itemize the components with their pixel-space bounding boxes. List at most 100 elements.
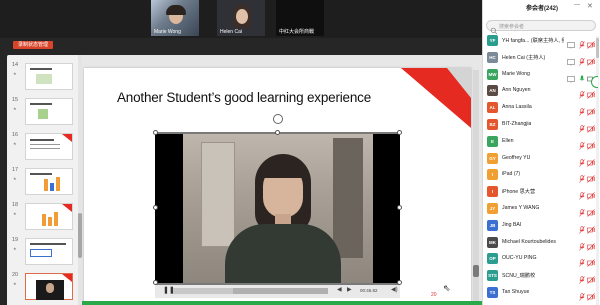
- canvas-scrollbar[interactable]: [473, 70, 479, 305]
- microphone-muted-icon[interactable]: [579, 120, 585, 133]
- resize-handle[interactable]: [275, 130, 280, 135]
- participant-row[interactable]: JB Jing BAI: [482, 219, 600, 234]
- recording-status-badge[interactable]: 录制状态管理: [13, 41, 54, 49]
- resize-handle[interactable]: [397, 280, 402, 285]
- thumbnail-preview[interactable]: [25, 63, 73, 90]
- avatar: JY: [487, 203, 498, 214]
- microphone-muted-icon[interactable]: [579, 288, 585, 301]
- microphone-muted-icon[interactable]: [579, 36, 585, 49]
- participant-row[interactable]: YF YH fangfa... (联席主持人, 我): [482, 34, 600, 49]
- camera-off-icon[interactable]: [587, 271, 595, 284]
- microphone-icon[interactable]: [579, 70, 585, 81]
- camera-off-icon[interactable]: [587, 137, 595, 150]
- camera-off-icon[interactable]: [587, 53, 595, 66]
- participant-row[interactable]: E Ellen: [482, 135, 600, 150]
- volume-icon[interactable]: ◀): [391, 286, 398, 293]
- video-tile[interactable]: 中红大会所商戰: [276, 0, 324, 36]
- participant-row[interactable]: STS SCNU_瑞鹏校: [482, 269, 600, 284]
- microphone-muted-icon[interactable]: [579, 187, 585, 200]
- video-strip: Marie Wong Helen Cai 中红大会所商戰: [0, 0, 482, 38]
- participant-row[interactable]: GY Geoffrey YU: [482, 152, 600, 167]
- speaker-bangs: [261, 160, 305, 178]
- participant-name: YH fangfa... (联席主持人, 我): [502, 38, 564, 44]
- thumbnail-preview[interactable]: [25, 133, 73, 160]
- video-tile[interactable]: Helen Cai: [217, 0, 265, 36]
- resize-handle[interactable]: [397, 130, 402, 135]
- participant-name: BIT-Zhangjia: [502, 121, 532, 127]
- camera-off-icon[interactable]: [587, 238, 595, 251]
- microphone-muted-icon[interactable]: [579, 238, 585, 251]
- camera-off-icon[interactable]: [587, 187, 595, 200]
- video-progress-remaining[interactable]: [233, 288, 328, 294]
- microphone-muted-icon[interactable]: [579, 170, 585, 184]
- slide-thumbnail[interactable]: 15 ★: [7, 95, 82, 126]
- microphone-muted-icon[interactable]: [579, 103, 585, 116]
- status-bar: [82, 301, 482, 305]
- slide-thumbnail[interactable]: 19 ★: [7, 235, 82, 266]
- participant-row[interactable]: JY James Y WANG: [482, 202, 600, 217]
- microphone-muted-icon[interactable]: [579, 154, 585, 167]
- thumbnail-preview[interactable]: [25, 238, 73, 265]
- microphone-muted-icon[interactable]: [579, 137, 585, 150]
- camera-off-icon[interactable]: [587, 254, 595, 268]
- video-tile-name: Helen Cai: [220, 29, 242, 35]
- resize-handle[interactable]: [153, 205, 158, 210]
- participant-row[interactable]: IiPhone 思大营: [482, 185, 600, 200]
- slide-thumbnail[interactable]: 20 ★: [7, 270, 82, 301]
- thumbnail-preview[interactable]: [25, 168, 73, 195]
- microphone-muted-icon[interactable]: [579, 53, 585, 66]
- participant-row[interactable]: HC Helen Cai (主持人): [482, 51, 600, 66]
- participant-scroll-handle[interactable]: [596, 38, 599, 58]
- participant-row[interactable]: MK Michael Kourtoubelides: [482, 236, 600, 251]
- participant-name: Geoffrey YU: [502, 154, 531, 161]
- slide-thumbnail[interactable]: 16 ★: [7, 130, 82, 161]
- microphone-muted-icon[interactable]: [579, 221, 585, 234]
- participant-row[interactable]: MW Marie Wong: [482, 68, 600, 83]
- microphone-muted-icon[interactable]: [579, 86, 585, 100]
- camera-off-icon[interactable]: [587, 36, 595, 49]
- slide-thumbnail[interactable]: 14 ★: [7, 60, 82, 91]
- avatar: YF: [487, 35, 498, 46]
- forward-icon[interactable]: ▶: [347, 286, 352, 293]
- camera-off-icon[interactable]: [587, 154, 595, 167]
- slide-thumbnail[interactable]: 17 ★: [7, 165, 82, 196]
- thumbnail-preview[interactable]: [25, 203, 73, 230]
- video-tile[interactable]: Marie Wong: [151, 0, 199, 36]
- participant-row[interactable]: AL Anna Lassila: [482, 101, 600, 116]
- participant-row[interactable]: TS Tan Shuyue: [482, 286, 600, 301]
- rewind-icon[interactable]: ◀: [337, 286, 342, 293]
- resize-handle[interactable]: [397, 205, 402, 210]
- microphone-muted-icon[interactable]: [579, 254, 585, 268]
- slide-thumbnail[interactable]: 18 ★: [7, 200, 82, 231]
- canvas-scroll-handle[interactable]: [473, 265, 479, 277]
- thumbnail-preview[interactable]: [25, 98, 73, 125]
- video-time: 00:46.82: [360, 288, 378, 293]
- camera-off-icon[interactable]: [587, 120, 595, 133]
- side-tab-handle[interactable]: [591, 76, 598, 88]
- participant-face: [236, 9, 248, 24]
- embedded-video[interactable]: ❚❚ ◀ ▶ 00:46.82 ◀): [155, 132, 400, 298]
- slide-title[interactable]: Another Student’s good learning experien…: [84, 90, 404, 105]
- participant-row[interactable]: IiPad (7): [482, 168, 600, 184]
- rotate-handle-icon[interactable]: [273, 114, 283, 124]
- camera-off-icon[interactable]: [587, 221, 595, 234]
- video-progress-track[interactable]: [173, 288, 233, 294]
- participant-search-input[interactable]: 搜索参会者: [486, 20, 596, 35]
- participant-row[interactable]: OP OUC-YU PING: [482, 252, 600, 268]
- microphone-muted-icon[interactable]: [579, 204, 585, 217]
- camera-off-icon[interactable]: [587, 170, 595, 184]
- resize-handle[interactable]: [153, 280, 158, 285]
- participant-name: Anna Lassila: [502, 104, 532, 111]
- camera-off-icon[interactable]: [587, 288, 595, 301]
- participant-row[interactable]: AN Ann Nguyen: [482, 84, 600, 100]
- avatar: AL: [487, 102, 498, 114]
- minimize-icon[interactable]: —: [574, 2, 580, 8]
- thumbnail-preview[interactable]: [25, 273, 73, 300]
- resize-handle[interactable]: [153, 130, 158, 135]
- thumbnail-star-icon: ★: [13, 281, 17, 286]
- camera-off-icon[interactable]: [587, 103, 595, 116]
- camera-off-icon[interactable]: [587, 204, 595, 217]
- close-icon[interactable]: ✕: [587, 2, 593, 10]
- microphone-muted-icon[interactable]: [579, 271, 585, 284]
- participant-row[interactable]: BZ BIT-Zhangjia: [482, 118, 600, 133]
